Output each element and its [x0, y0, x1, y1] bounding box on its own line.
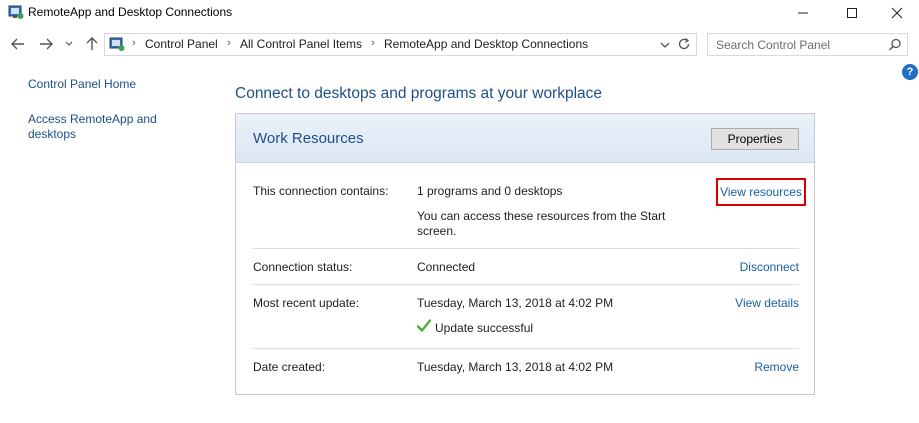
panel-title: Work Resources — [253, 130, 364, 147]
status-value: Connected — [417, 260, 476, 274]
work-resources-panel: Work Resources Properties This connectio… — [235, 113, 815, 395]
page-title: Connect to desktops and programs at your… — [235, 85, 603, 102]
properties-button[interactable]: Properties — [711, 128, 799, 150]
navigation-bar: › Control Panel › All Control Panel Item… — [0, 30, 919, 60]
breadcrumb-all-items[interactable]: All Control Panel Items — [240, 37, 362, 51]
up-button[interactable] — [83, 35, 101, 53]
help-icon[interactable]: ? — [902, 64, 918, 80]
contains-value: 1 programs and 0 desktops — [417, 184, 563, 198]
address-history-chevron-icon[interactable] — [659, 39, 671, 51]
contains-label: This connection contains: — [253, 184, 389, 198]
disconnect-link[interactable]: Disconnect — [740, 260, 799, 274]
update-result: Update successful — [435, 321, 534, 335]
view-resources-label[interactable]: View resources — [720, 185, 802, 199]
breadcrumb-control-panel[interactable]: Control Panel — [145, 37, 218, 51]
close-button[interactable] — [874, 0, 919, 26]
view-resources-link[interactable]: View resources — [716, 178, 806, 206]
breadcrumb-remoteapp[interactable]: RemoteApp and Desktop Connections — [384, 37, 588, 51]
back-arrow-icon — [11, 38, 24, 50]
maximize-icon — [847, 8, 857, 18]
created-value: Tuesday, March 13, 2018 at 4:02 PM — [417, 360, 614, 374]
remove-link[interactable]: Remove — [754, 360, 799, 374]
access-remoteapp-link[interactable]: Access RemoteApp and desktops — [28, 112, 188, 142]
update-label: Most recent update: — [253, 296, 360, 310]
search-icon[interactable] — [888, 38, 902, 52]
row-divider — [253, 248, 799, 249]
title-bar: RemoteApp and Desktop Connections — [0, 0, 919, 26]
remoteapp-icon — [109, 37, 125, 51]
search-input[interactable]: Search Control Panel — [716, 38, 830, 52]
view-details-link[interactable]: View details — [735, 296, 799, 310]
window-title: RemoteApp and Desktop Connections — [28, 5, 233, 19]
control-panel-home-link[interactable]: Control Panel Home — [28, 77, 136, 92]
breadcrumb-separator-icon[interactable]: › — [371, 37, 375, 49]
forward-button[interactable] — [37, 35, 55, 53]
breadcrumb-separator-icon[interactable]: › — [132, 37, 136, 49]
recent-locations-button[interactable] — [63, 35, 75, 53]
chevron-down-icon — [65, 41, 73, 46]
close-icon — [891, 7, 903, 19]
row-divider — [253, 348, 799, 349]
forward-arrow-icon — [40, 38, 53, 50]
status-label: Connection status: — [253, 260, 353, 274]
row-divider — [253, 284, 799, 285]
maximize-button[interactable] — [829, 0, 875, 26]
created-label: Date created: — [253, 360, 326, 374]
search-box[interactable]: Search Control Panel — [707, 33, 908, 56]
remoteapp-icon — [8, 5, 24, 19]
checkmark-icon — [417, 319, 431, 332]
panel-header: Work Resources Properties — [236, 114, 814, 163]
minimize-button[interactable] — [780, 0, 826, 26]
back-button[interactable] — [9, 35, 27, 53]
refresh-icon[interactable] — [677, 37, 691, 51]
minimize-icon — [798, 12, 808, 14]
address-bar[interactable]: › Control Panel › All Control Panel Item… — [104, 33, 697, 56]
up-arrow-icon — [86, 37, 98, 50]
breadcrumb-separator-icon[interactable]: › — [227, 37, 231, 49]
update-value: Tuesday, March 13, 2018 at 4:02 PM — [417, 296, 614, 310]
contains-note: You can access these resources from the … — [417, 209, 666, 238]
